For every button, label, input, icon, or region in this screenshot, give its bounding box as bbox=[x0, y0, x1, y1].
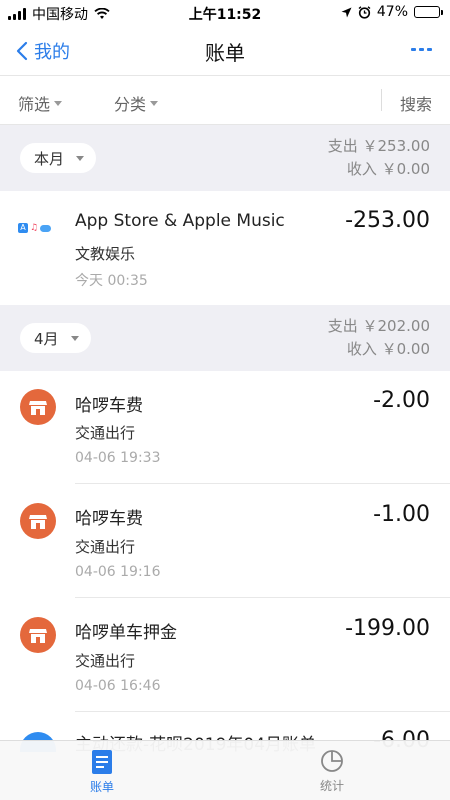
status-bar: 中国移动 上午11:52 47% bbox=[0, 0, 450, 26]
transaction-title: 哈啰车费 bbox=[75, 396, 143, 416]
transaction-category: 文教娱乐 bbox=[75, 245, 136, 263]
transaction-row[interactable]: A ♫ App Store & Apple Music 文教娱乐 今天 00:35… bbox=[0, 191, 450, 305]
more-dot-icon bbox=[411, 48, 416, 51]
transaction-amount: -199.00 bbox=[345, 616, 430, 641]
transaction-row[interactable]: 哈啰车费 交通出行 04-06 19:16 -1.00 bbox=[0, 484, 450, 598]
bill-list-icon bbox=[92, 750, 112, 774]
alarm-clock-icon bbox=[358, 5, 371, 19]
tab-stats-label: 统计 bbox=[320, 779, 345, 793]
status-right: 47% bbox=[341, 4, 443, 20]
location-arrow-icon bbox=[341, 7, 352, 17]
month-income: 收入 ￥0.00 bbox=[346, 160, 430, 178]
month-expense: 支出 ￥202.00 bbox=[327, 317, 430, 335]
caret-down-icon bbox=[150, 100, 159, 106]
caret-down-icon bbox=[54, 100, 63, 106]
shop-icon bbox=[20, 389, 56, 425]
month-label: 4月 bbox=[34, 329, 59, 348]
more-dot-icon bbox=[419, 48, 424, 51]
transaction-category: 交通出行 bbox=[75, 424, 136, 442]
transaction-category: 交通出行 bbox=[75, 652, 136, 670]
caret-down-icon bbox=[70, 335, 79, 341]
month-section-header: 4月 支出 ￥202.00 收入 ￥0.00 bbox=[0, 305, 450, 371]
filter-label: 筛选 bbox=[18, 95, 51, 114]
filter-divider bbox=[381, 89, 382, 111]
tab-bills-label: 账单 bbox=[90, 780, 115, 794]
transaction-time: 04-06 19:16 bbox=[75, 564, 161, 580]
category-label: 分类 bbox=[114, 95, 147, 114]
month-section-header: 本月 支出 ￥253.00 收入 ￥0.00 bbox=[0, 125, 450, 191]
more-button[interactable] bbox=[411, 48, 432, 51]
transaction-row[interactable]: 哈啰车费 交通出行 04-06 19:33 -2.00 bbox=[0, 371, 450, 484]
transaction-amount: -1.00 bbox=[373, 502, 430, 527]
battery-percent: 47% bbox=[376, 4, 408, 20]
month-summary: 支出 ￥253.00 收入 ￥0.00 bbox=[328, 135, 430, 181]
filter-dropdown[interactable]: 筛选 bbox=[18, 91, 63, 115]
more-dot-icon bbox=[427, 48, 432, 51]
caret-down-icon bbox=[76, 155, 85, 161]
month-selector[interactable]: 本月 bbox=[20, 143, 97, 173]
transaction-row[interactable]: 哈啰单车押金 交通出行 04-06 16:46 -199.00 bbox=[0, 598, 450, 712]
transaction-title: App Store & Apple Music bbox=[75, 211, 285, 231]
transaction-title: 哈啰车费 bbox=[75, 509, 143, 529]
tab-bills[interactable]: 账单 bbox=[90, 749, 114, 795]
transaction-title: 哈啰单车押金 bbox=[75, 623, 177, 643]
transaction-amount: -2.00 bbox=[373, 388, 430, 413]
tab-bar: 账单 统计 bbox=[0, 740, 450, 800]
category-dropdown[interactable]: 分类 bbox=[114, 91, 159, 115]
month-income: 收入 ￥0.00 bbox=[346, 340, 430, 358]
page-title: 账单 bbox=[205, 41, 245, 65]
transaction-category: 交通出行 bbox=[75, 538, 136, 556]
shop-icon bbox=[20, 617, 56, 653]
app-store-icon: A ♫ bbox=[18, 223, 52, 233]
transaction-time: 04-06 19:33 bbox=[75, 450, 161, 466]
month-summary: 支出 ￥202.00 收入 ￥0.00 bbox=[328, 315, 430, 361]
transaction-time: 04-06 16:46 bbox=[75, 678, 161, 694]
search-button[interactable]: 搜索 bbox=[400, 91, 432, 115]
transaction-amount: -253.00 bbox=[345, 208, 430, 233]
battery-icon bbox=[414, 6, 443, 18]
pie-chart-icon bbox=[321, 750, 343, 772]
shop-icon bbox=[20, 503, 56, 539]
transaction-time: 今天 00:35 bbox=[75, 273, 148, 289]
tab-stats[interactable]: 统计 bbox=[320, 749, 344, 794]
month-label: 本月 bbox=[34, 149, 65, 168]
month-selector[interactable]: 4月 bbox=[20, 323, 91, 353]
filter-bar: 筛选 分类 搜索 bbox=[0, 77, 450, 125]
nav-bar: 我的 账单 bbox=[0, 26, 450, 76]
month-expense: 支出 ￥253.00 bbox=[327, 137, 430, 155]
